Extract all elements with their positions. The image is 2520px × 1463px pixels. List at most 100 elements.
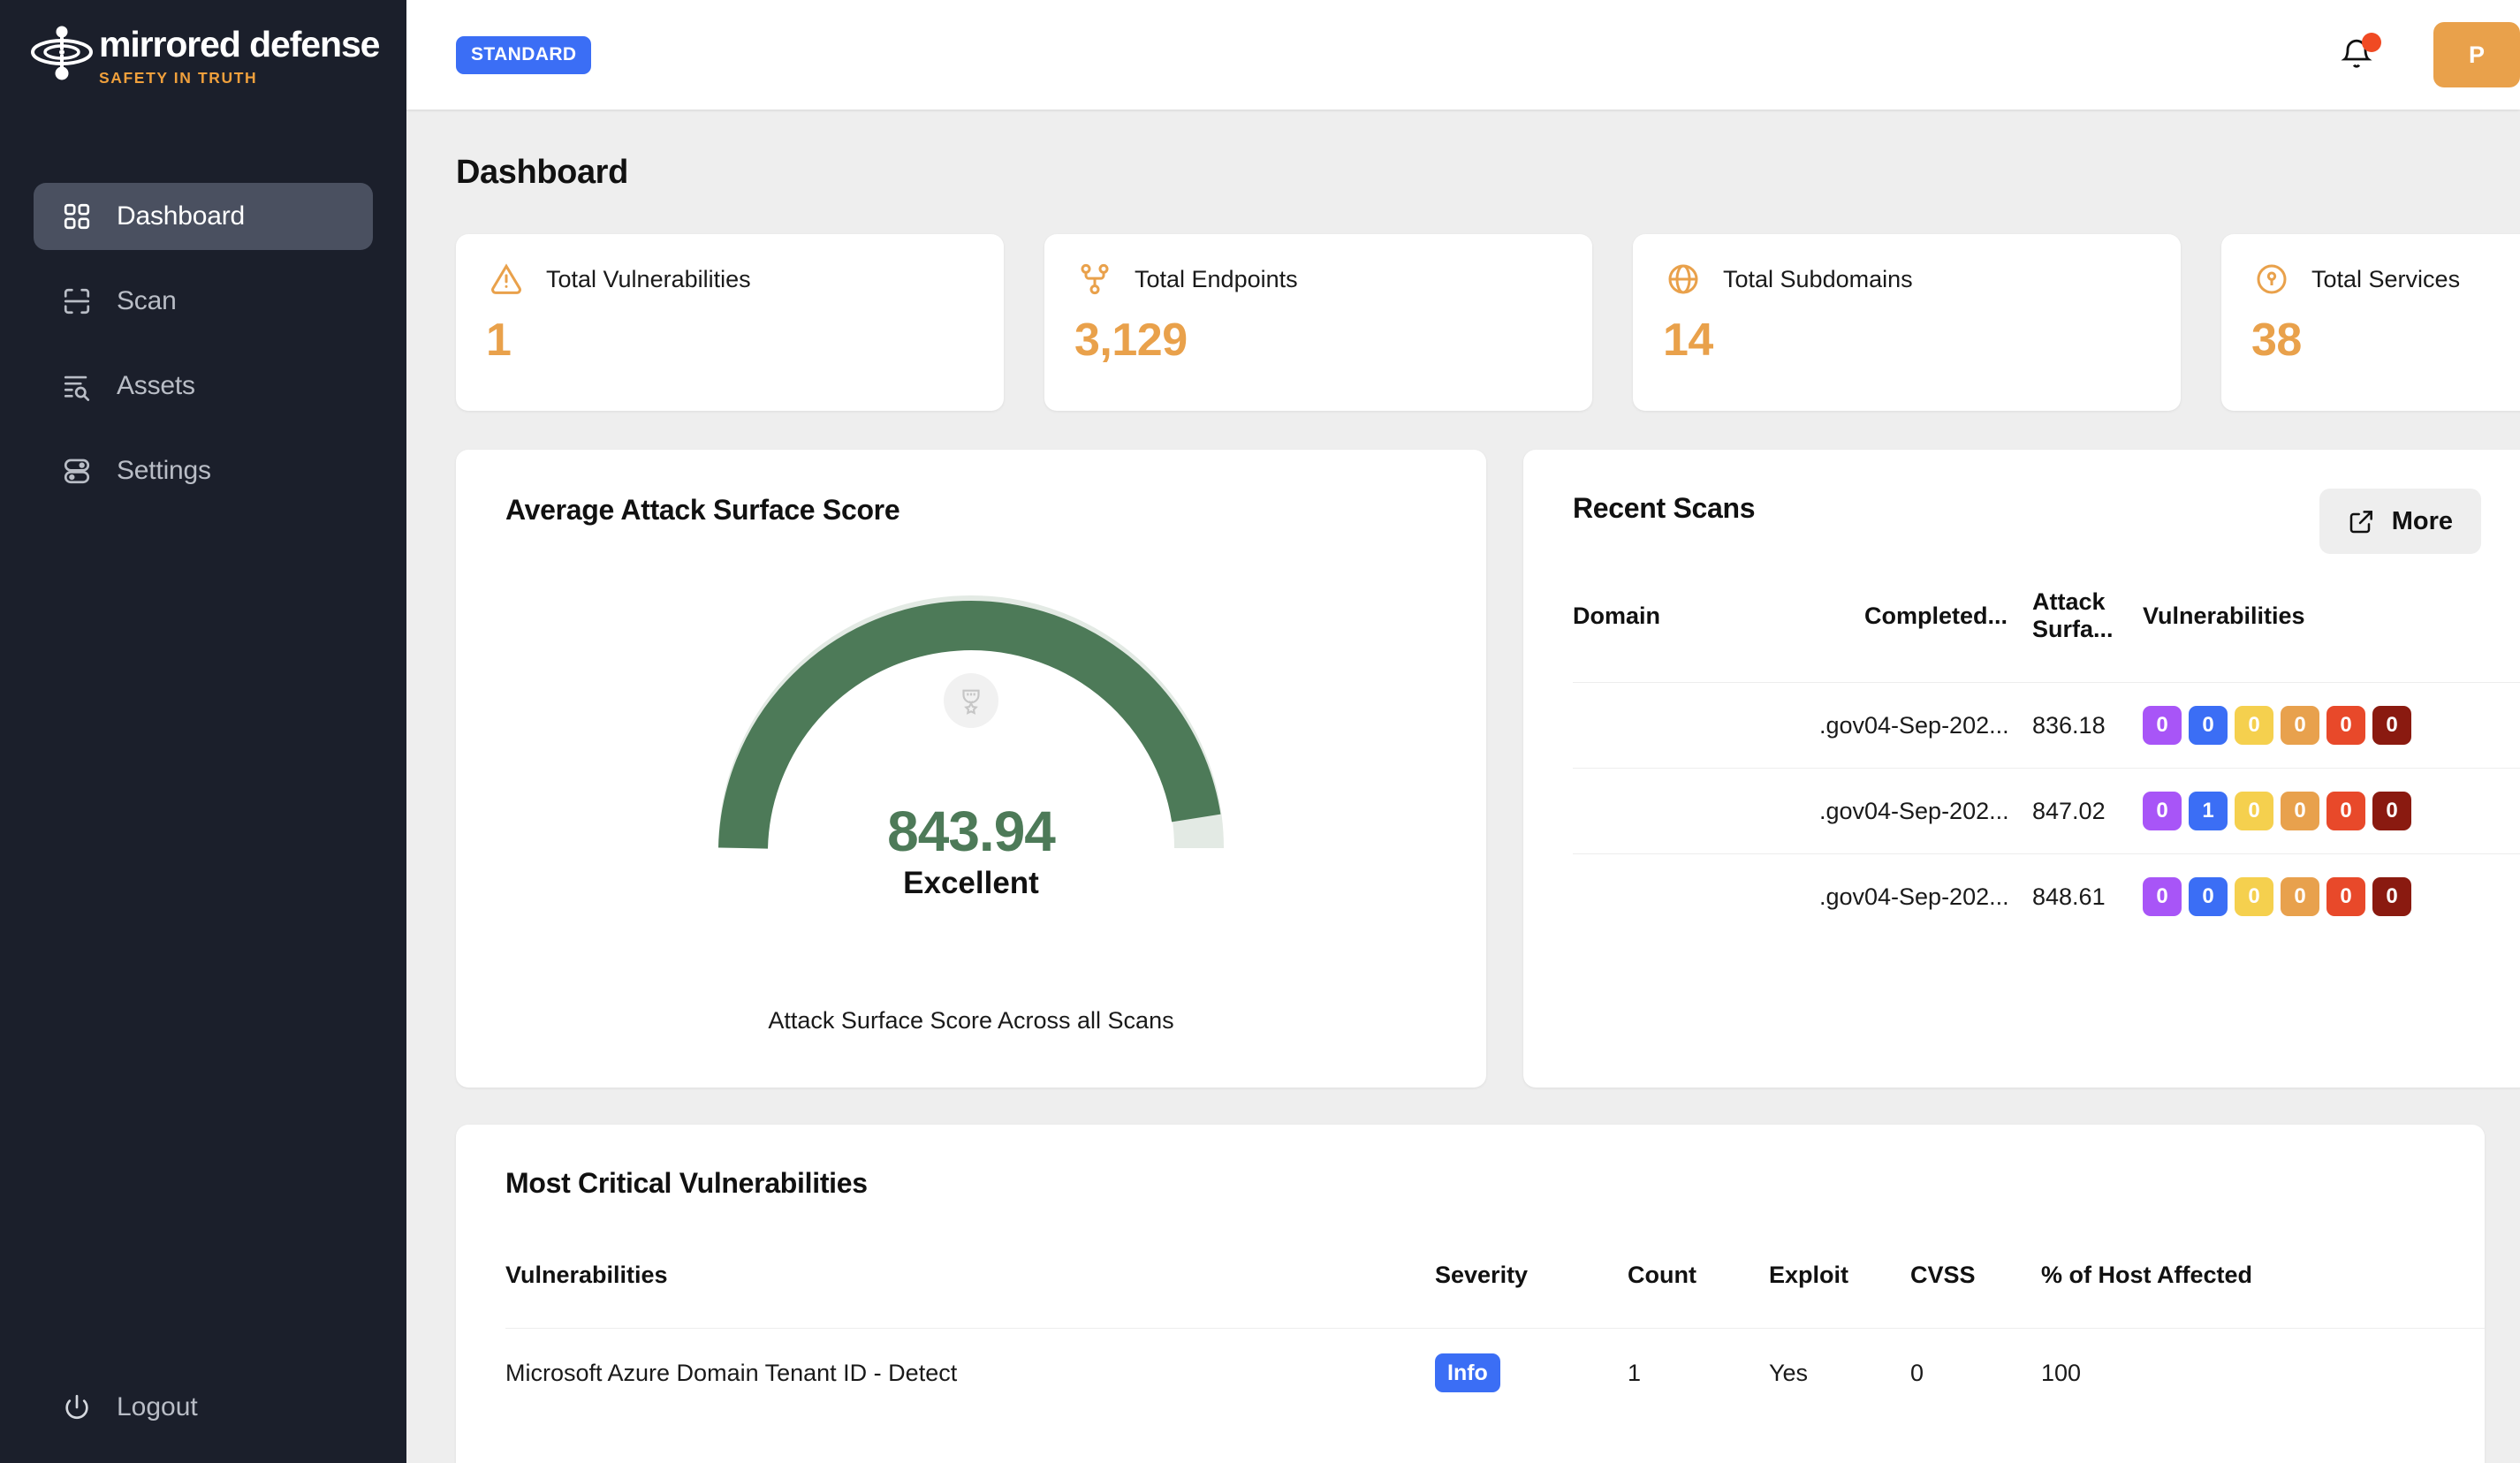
severity-badge-severe: 0 xyxy=(2372,706,2411,745)
cell-attack-surface: 836.18 xyxy=(2032,682,2143,769)
gauge-caption: Attack Surface Score Across all Scans xyxy=(768,1007,1174,1034)
severity-badge-low: 0 xyxy=(2235,706,2273,745)
severity-badge-severe: 0 xyxy=(2372,792,2411,830)
stat-card-total-vulnerabilities[interactable]: Total Vulnerabilities 1 xyxy=(456,234,1004,411)
external-link-icon xyxy=(2348,507,2376,535)
stat-label: Total Vulnerabilities xyxy=(546,265,751,292)
sidebar-item-label: Scan xyxy=(117,286,177,315)
gauge-grade-label: Excellent xyxy=(903,866,1039,900)
notification-dot xyxy=(2361,33,2381,52)
sidebar-item-label: Assets xyxy=(117,371,195,400)
stat-card-total-services[interactable]: Total Services 38 xyxy=(2221,234,2520,411)
column-header-vulnerabilities[interactable]: Vulnerabilities xyxy=(2143,588,2520,683)
cell-cvss: 0 xyxy=(1910,1328,2041,1417)
severity-badge-critical: 0 xyxy=(2143,706,2182,745)
logo: mirrored defense SAFETY IN TRUTH xyxy=(0,0,406,87)
logout-label: Logout xyxy=(117,1392,198,1421)
medal-star-icon xyxy=(962,689,980,715)
sidebar: mirrored defense SAFETY IN TRUTH Dashboa… xyxy=(0,0,406,1463)
table-row[interactable]: .gov 04-Sep-202... 847.02 0 1 0 0 0 0 xyxy=(1573,768,2520,854)
severity-badge-high: 0 xyxy=(2326,877,2365,916)
column-header-severity[interactable]: Severity xyxy=(1435,1262,1628,1329)
severity-badge-medium: 0 xyxy=(2281,877,2319,916)
table-header-row: Domain Completed... Attack Surfa... Vuln… xyxy=(1573,588,2520,683)
sidebar-item-label: Settings xyxy=(117,456,211,485)
more-button[interactable]: More xyxy=(2319,489,2481,554)
main-area: STANDARD P Dashboard Total Vulnerabiliti… xyxy=(406,0,2520,1463)
stat-label: Total Endpoints xyxy=(1135,265,1298,292)
sitemap-icon xyxy=(1074,259,1115,299)
stat-label: Total Services xyxy=(2311,265,2461,292)
more-label: More xyxy=(2391,506,2453,535)
grid-icon xyxy=(58,198,95,235)
status-badge: Info xyxy=(1435,1353,1500,1392)
stat-card-total-endpoints[interactable]: Total Endpoints 3,129 xyxy=(1044,234,1592,411)
panel-title: Most Critical Vulnerabilities xyxy=(505,1167,868,1199)
column-header-exploit[interactable]: Exploit xyxy=(1769,1262,1910,1329)
gauge-chart: 843.94 Excellent xyxy=(505,574,1437,900)
column-header-count[interactable]: Count xyxy=(1628,1262,1769,1329)
cell-vulnerabilities: 0 0 0 0 0 0 xyxy=(2143,682,2520,769)
table-row[interactable]: .gov 04-Sep-202... 836.18 0 0 0 0 0 0 xyxy=(1573,682,2520,769)
sidebar-item-assets[interactable]: Assets xyxy=(34,352,373,420)
column-header-cvss[interactable]: CVSS xyxy=(1910,1262,2041,1329)
scan-frame-icon xyxy=(58,283,95,320)
cell-completed: 04-Sep-202... xyxy=(1864,682,2032,769)
stat-card-total-subdomains[interactable]: Total Subdomains 14 xyxy=(1633,234,2181,411)
cell-host-affected: 100 xyxy=(2041,1328,2485,1417)
cell-completed: 04-Sep-202... xyxy=(1864,768,2032,854)
plan-badge: STANDARD xyxy=(456,35,592,74)
critical-vulnerabilities-panel: Most Critical Vulnerabilities Vulnerabil… xyxy=(456,1125,2485,1463)
table-row[interactable]: .gov 04-Sep-202... 848.61 0 0 0 0 0 0 xyxy=(1573,853,2520,939)
sidebar-item-settings[interactable]: Settings xyxy=(34,437,373,504)
logo-tagline: SAFETY IN TRUTH xyxy=(99,69,258,87)
panels-row: Average Attack Surface Score 843.94 Exce… xyxy=(456,450,2520,1088)
severity-badge-info: 0 xyxy=(2189,877,2228,916)
column-header-vulnerabilities[interactable]: Vulnerabilities xyxy=(505,1262,1435,1329)
cell-vulnerabilities: 0 0 0 0 0 0 xyxy=(2143,853,2520,939)
column-header-host-affected[interactable]: % of Host Affected xyxy=(2041,1262,2485,1329)
sidebar-item-label: Dashboard xyxy=(117,201,245,231)
sidebar-nav: Dashboard Scan Assets Settings xyxy=(0,183,406,504)
power-icon xyxy=(58,1389,95,1426)
medal-badge xyxy=(944,673,998,728)
severity-badge-medium: 0 xyxy=(2281,706,2319,745)
stat-cards: Total Vulnerabilities 1 Total Endpoints xyxy=(456,234,2520,411)
table-row[interactable]: Microsoft Azure Domain Tenant ID - Detec… xyxy=(505,1328,2485,1417)
notifications-button[interactable] xyxy=(2327,26,2386,84)
globe-icon xyxy=(1663,259,1704,299)
cell-count: 1 xyxy=(1628,1328,1769,1417)
severity-badge-critical: 0 xyxy=(2143,792,2182,830)
cell-exploit: Yes xyxy=(1769,1328,1910,1417)
severity-badge-high: 0 xyxy=(2326,706,2365,745)
logo-name: mirrored defense xyxy=(99,24,380,64)
cell-attack-surface: 848.61 xyxy=(2032,853,2143,939)
table-header-row: Vulnerabilities Severity Count Exploit C… xyxy=(505,1262,2485,1329)
app-root: mirrored defense SAFETY IN TRUTH Dashboa… xyxy=(0,0,2520,1463)
severity-badge-low: 0 xyxy=(2235,792,2273,830)
recent-scans-panel: Recent Scans More Domain Completed... At… xyxy=(1523,450,2520,1088)
severity-badge-severe: 0 xyxy=(2372,877,2411,916)
severity-badge-medium: 0 xyxy=(2281,792,2319,830)
sidebar-item-scan[interactable]: Scan xyxy=(34,268,373,335)
severity-badge-critical: 0 xyxy=(2143,877,2182,916)
ripple-logo-icon xyxy=(30,25,94,83)
column-header-attack-surface[interactable]: Attack Surfa... xyxy=(2032,588,2143,683)
column-header-completed[interactable]: Completed... xyxy=(1864,588,2032,683)
critical-vulnerabilities-table: Vulnerabilities Severity Count Exploit C… xyxy=(505,1262,2485,1417)
stat-value: 38 xyxy=(2251,315,2302,366)
cell-severity: Info xyxy=(1435,1328,1628,1417)
topbar-actions: P xyxy=(2327,0,2520,110)
dashboard-content: Dashboard Total Vulnerabilities 1 Total … xyxy=(406,110,2520,1463)
cell-attack-surface: 847.02 xyxy=(2032,768,2143,854)
cell-domain: .gov xyxy=(1573,853,1864,939)
stat-value: 14 xyxy=(1663,315,1713,366)
column-header-domain[interactable]: Domain xyxy=(1573,588,1864,683)
primary-action-button[interactable]: P xyxy=(2433,22,2520,87)
topbar: STANDARD P xyxy=(406,0,2520,110)
attack-surface-score-panel: Average Attack Surface Score 843.94 Exce… xyxy=(456,450,1486,1088)
sidebar-item-dashboard[interactable]: Dashboard xyxy=(34,183,373,250)
stat-value: 3,129 xyxy=(1074,315,1188,366)
severity-badge-high: 0 xyxy=(2326,792,2365,830)
logout-button[interactable]: Logout xyxy=(34,1389,198,1426)
